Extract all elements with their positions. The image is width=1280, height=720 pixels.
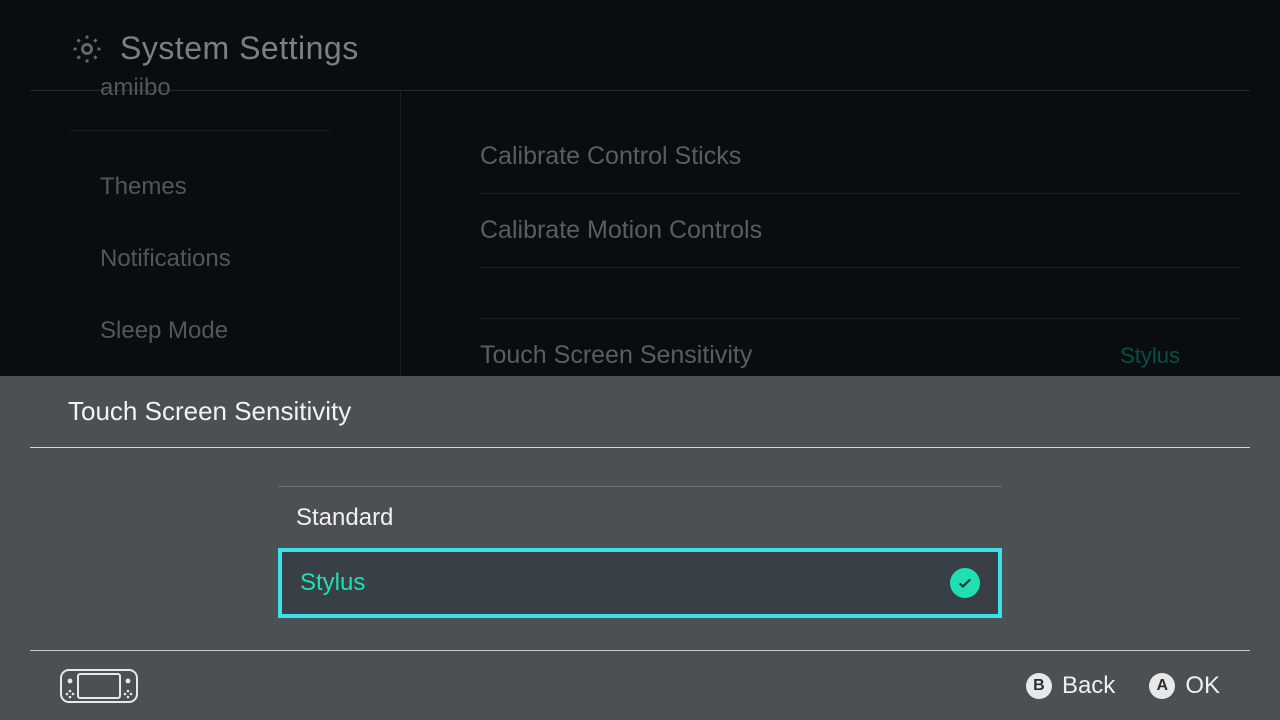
ok-label: OK	[1185, 672, 1220, 700]
modal-title: Touch Screen Sensitivity	[0, 376, 1280, 447]
option-standard[interactable]: Standard	[278, 487, 1002, 549]
checkmark-icon	[950, 568, 980, 598]
option-stylus[interactable]: Stylus	[278, 548, 1002, 618]
touch-sensitivity-modal: Touch Screen Sensitivity Standard Stylus	[0, 376, 1280, 720]
b-button-icon: B	[1026, 673, 1052, 699]
option-list: Standard Stylus	[278, 486, 1002, 618]
back-button[interactable]: B Back	[1026, 672, 1115, 700]
option-label: Stylus	[300, 569, 365, 597]
a-button-icon: A	[1149, 673, 1175, 699]
back-label: Back	[1062, 672, 1115, 700]
footer: B Back A OK	[0, 650, 1280, 720]
footer-divider	[30, 650, 1250, 651]
ok-button[interactable]: A OK	[1149, 672, 1220, 700]
option-label: Standard	[296, 504, 393, 532]
modal-divider	[30, 447, 1250, 448]
console-icon	[60, 669, 138, 703]
